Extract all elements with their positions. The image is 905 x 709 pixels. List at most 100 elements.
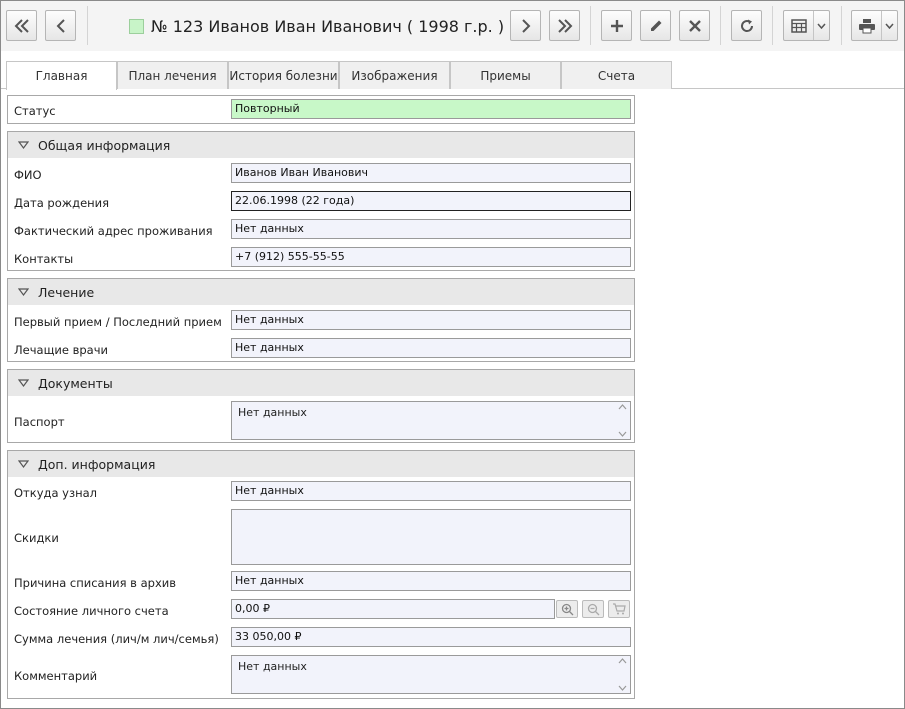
account-history-button[interactable] xyxy=(608,600,630,618)
documents-section-header[interactable]: Документы xyxy=(8,370,634,396)
toolbar-separator xyxy=(590,6,591,45)
treatment-section: Лечение Первый прием / Последний прием Н… xyxy=(7,278,635,362)
tab-treatment-plan[interactable]: План лечения xyxy=(117,61,228,89)
chevron-down-icon xyxy=(817,23,826,29)
collapse-triangle-icon xyxy=(17,288,29,296)
general-section: Общая информация ФИО Иванов Иван Иванови… xyxy=(7,131,635,271)
account-label: Состояние личного счета xyxy=(14,604,169,618)
first-record-icon xyxy=(14,18,29,33)
last-record-button[interactable] xyxy=(549,10,580,41)
section-title: Лечение xyxy=(38,284,95,300)
delete-button[interactable] xyxy=(679,10,710,41)
treatment-sum-label: Сумма лечения (лич/м лич/семья) xyxy=(14,632,219,646)
toolbar-separator xyxy=(772,6,773,45)
discounts-label: Скидки xyxy=(14,531,59,545)
delete-icon xyxy=(688,19,701,32)
account-actions xyxy=(556,600,632,618)
collapse-triangle-icon xyxy=(17,141,29,149)
documents-section: Документы Паспорт Нет данных xyxy=(7,369,635,443)
toolbar-separator xyxy=(720,6,721,45)
refresh-button[interactable] xyxy=(731,10,762,41)
next-record-icon xyxy=(521,18,530,33)
refresh-icon xyxy=(740,19,753,32)
birth-date-field[interactable]: 22.06.1998 (22 года) xyxy=(231,191,631,211)
chevron-down-icon xyxy=(885,23,894,29)
archive-reason-label: Причина списания в архив xyxy=(14,576,176,590)
extra-section-header[interactable]: Доп. информация xyxy=(8,451,634,477)
section-title: Доп. информация xyxy=(38,456,156,472)
zoom-in-icon xyxy=(561,603,573,615)
scroll-up-icon xyxy=(618,404,626,410)
scrollbar[interactable] xyxy=(616,658,628,691)
treatment-section-header[interactable]: Лечение xyxy=(8,279,634,305)
zoom-out-icon xyxy=(587,603,599,615)
address-label: Фактический адрес проживания xyxy=(14,224,213,238)
account-field[interactable]: 0,00 ₽ xyxy=(231,599,555,619)
comment-label: Комментарий xyxy=(14,669,98,683)
scroll-up-icon xyxy=(618,658,626,664)
status-panel: Статус Повторный xyxy=(7,95,635,124)
scroll-down-icon xyxy=(618,431,626,437)
collapse-triangle-icon xyxy=(17,460,29,468)
status-field[interactable]: Повторный xyxy=(231,99,631,119)
tab-invoices[interactable]: Счета xyxy=(561,61,672,89)
comment-value: Нет данных xyxy=(238,660,307,673)
toolbar: № 123 Иванов Иван Иванович ( 1998 г.р. ) xyxy=(1,1,904,51)
print-button[interactable] xyxy=(851,10,898,41)
comment-field[interactable]: Нет данных xyxy=(231,655,631,694)
status-label: Статус xyxy=(14,104,56,118)
birth-date-label: Дата рождения xyxy=(14,196,110,210)
section-title: Общая информация xyxy=(38,137,171,153)
source-label: Откуда узнал xyxy=(14,486,97,500)
source-field[interactable]: Нет данных xyxy=(231,481,631,501)
first-record-button[interactable] xyxy=(6,10,37,41)
visits-field[interactable]: Нет данных xyxy=(231,310,631,330)
print-dropdown[interactable] xyxy=(882,11,897,40)
account-deposit-button[interactable] xyxy=(556,600,578,618)
section-title: Документы xyxy=(38,375,113,391)
address-field[interactable]: Нет данных xyxy=(231,219,631,239)
add-icon xyxy=(610,19,623,32)
general-section-header[interactable]: Общая информация xyxy=(8,132,634,158)
doctors-label: Лечащие врачи xyxy=(14,343,108,357)
archive-reason-field[interactable]: Нет данных xyxy=(231,571,631,591)
tab-bar: Главная План лечения История болезни Изо… xyxy=(1,61,904,90)
discounts-field[interactable] xyxy=(231,509,631,565)
passport-field[interactable]: Нет данных xyxy=(231,401,631,440)
calendar-button[interactable] xyxy=(783,10,830,41)
fio-field[interactable]: Иванов Иван Иванович xyxy=(231,163,631,183)
calendar-dropdown[interactable] xyxy=(814,11,829,40)
cart-icon xyxy=(613,603,626,615)
scroll-down-icon xyxy=(618,685,626,691)
prev-record-icon xyxy=(56,18,65,33)
record-title: № 123 Иванов Иван Иванович ( 1998 г.р. ) xyxy=(129,15,504,37)
record-title-text: № 123 Иванов Иван Иванович ( 1998 г.р. ) xyxy=(151,16,505,36)
contacts-label: Контакты xyxy=(14,252,74,266)
tab-images[interactable]: Изображения xyxy=(339,61,450,89)
print-icon xyxy=(858,18,875,33)
passport-label: Паспорт xyxy=(14,415,65,429)
extra-section: Доп. информация Откуда узнал Нет данных … xyxy=(7,450,635,699)
tab-medical-history[interactable]: История болезни xyxy=(228,61,339,89)
add-button[interactable] xyxy=(601,10,632,41)
tab-main[interactable]: Главная xyxy=(6,61,117,90)
collapse-triangle-icon xyxy=(17,379,29,387)
next-record-button[interactable] xyxy=(510,10,541,41)
scrollbar[interactable] xyxy=(616,404,628,437)
toolbar-separator xyxy=(87,6,88,45)
tab-appointments[interactable]: Приемы xyxy=(450,61,561,89)
visits-label: Первый прием / Последний прием xyxy=(14,315,222,329)
edit-button[interactable] xyxy=(640,10,671,41)
account-withdraw-button[interactable] xyxy=(582,600,604,618)
calendar-icon xyxy=(790,18,807,33)
passport-value: Нет данных xyxy=(238,406,307,419)
last-record-icon xyxy=(557,18,572,33)
prev-record-button[interactable] xyxy=(45,10,76,41)
patient-window: № 123 Иванов Иван Иванович ( 1998 г.р. ) xyxy=(0,0,905,709)
contacts-field[interactable]: +7 (912) 555-55-55 xyxy=(231,247,631,267)
status-color-swatch xyxy=(129,18,144,34)
toolbar-separator xyxy=(841,6,842,45)
treatment-sum-field[interactable]: 33 050,00 ₽ xyxy=(231,627,631,647)
fio-label: ФИО xyxy=(14,168,42,182)
doctors-field[interactable]: Нет данных xyxy=(231,338,631,358)
